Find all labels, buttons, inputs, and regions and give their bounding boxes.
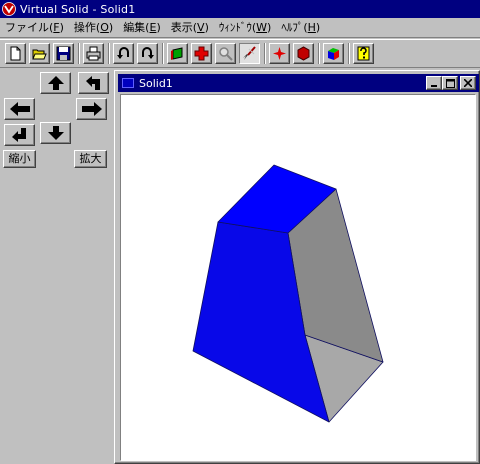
rotate-cw-button[interactable] (4, 124, 35, 146)
color-button[interactable] (323, 43, 344, 64)
close-button[interactable] (460, 76, 476, 90)
open-button[interactable] (29, 43, 50, 64)
save-icon (56, 46, 71, 61)
turn-down-left-icon (11, 128, 26, 142)
menu-operation[interactable]: 操作(O) (69, 19, 118, 37)
redo-button[interactable] (137, 43, 158, 64)
face-button[interactable] (293, 43, 314, 64)
rotate-down-button[interactable] (40, 122, 71, 144)
solid-viewport[interactable] (120, 94, 476, 461)
green-solid-icon (171, 47, 183, 60)
toolbar-separator (318, 43, 320, 64)
redo-icon (142, 47, 154, 59)
solid-tool-button[interactable] (167, 43, 188, 64)
minimize-button[interactable] (426, 76, 442, 90)
undo-button[interactable] (113, 43, 134, 64)
menu-edit[interactable]: 編集(E) (118, 19, 166, 37)
red-star-icon (273, 47, 286, 60)
close-icon (464, 79, 472, 87)
new-document-icon (10, 46, 21, 61)
zoom-button[interactable] (215, 43, 236, 64)
turn-up-left-icon (85, 76, 100, 90)
app-title-bar[interactable]: Virtual Solid - Solid1 (0, 0, 480, 18)
solid-3d-render[interactable] (121, 95, 475, 460)
save-button[interactable] (53, 43, 74, 64)
menu-bar: ファイル(F) 操作(O) 編集(E) 表示(V) ｳｨﾝﾄﾞｳ(W) ﾍﾙﾌﾟ(H) (0, 18, 480, 38)
rotate-ccw-button[interactable] (78, 72, 109, 94)
brush-button[interactable] (239, 43, 260, 64)
app-title: Virtual Solid - Solid1 (20, 2, 136, 16)
zoom-out-button[interactable]: 縮小 (3, 150, 36, 168)
arrow-left-icon (9, 102, 30, 116)
undo-icon (117, 47, 129, 59)
new-button[interactable] (5, 43, 26, 64)
help-icon (357, 46, 370, 61)
toolbar-separator (264, 43, 266, 64)
rotate-right-button[interactable] (76, 98, 107, 120)
add-button[interactable] (191, 43, 212, 64)
rotate-left-button[interactable] (4, 98, 35, 120)
arrow-down-icon (47, 126, 64, 140)
print-icon (86, 46, 101, 61)
red-cross-icon (194, 46, 209, 61)
red-hexagon-icon (297, 46, 310, 61)
toolbar-separator (108, 43, 110, 64)
color-cube-icon (328, 48, 339, 60)
arrow-up-icon (47, 76, 64, 90)
print-button[interactable] (83, 43, 104, 64)
toolbar-separator (348, 43, 350, 64)
maximize-icon (445, 78, 455, 88)
minimize-icon (431, 85, 437, 87)
help-button[interactable] (353, 43, 374, 64)
app-logo-icon (2, 2, 16, 16)
menu-view[interactable]: 表示(V) (166, 19, 214, 37)
zoom-in-button[interactable]: 拡大 (74, 150, 107, 168)
toolbar (0, 39, 480, 68)
vertex-button[interactable] (269, 43, 290, 64)
document-icon (122, 78, 134, 88)
magnifier-icon (219, 47, 233, 61)
rotate-up-button[interactable] (40, 72, 71, 94)
menu-window[interactable]: ｳｨﾝﾄﾞｳ(W) (214, 19, 276, 37)
solid-window-title: Solid1 (139, 76, 173, 90)
open-folder-icon (32, 49, 47, 60)
toolbar-separator (78, 43, 80, 64)
maximize-button[interactable] (442, 76, 458, 90)
menu-file[interactable]: ファイル(F) (0, 19, 69, 37)
solid-window: Solid1 (114, 70, 480, 464)
arrow-right-icon (81, 102, 102, 116)
menu-help[interactable]: ﾍﾙﾌﾟ(H) (276, 19, 325, 37)
toolbar-separator (162, 43, 164, 64)
view-navigation-panel: 縮小 拡大 (0, 69, 112, 464)
brush-icon (243, 46, 256, 60)
solid-window-title-bar[interactable]: Solid1 (118, 74, 479, 92)
